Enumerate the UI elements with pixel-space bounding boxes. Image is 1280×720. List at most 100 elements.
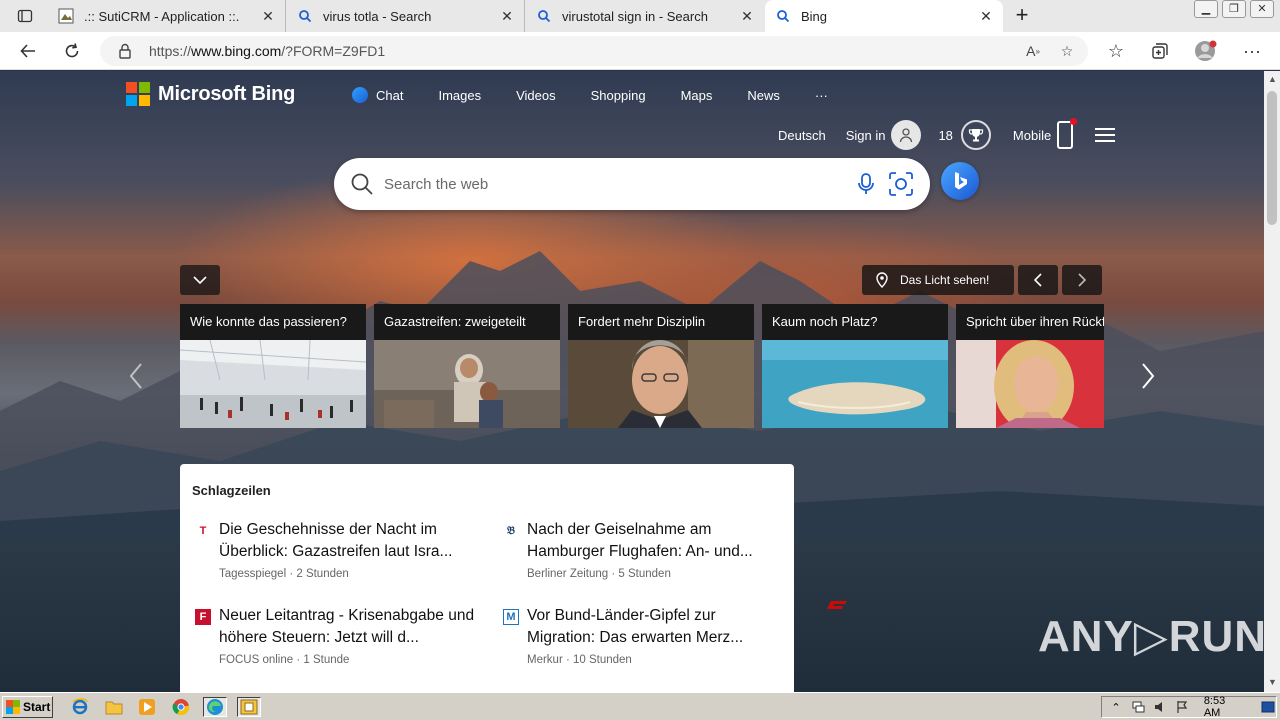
edge-icon[interactable] bbox=[203, 697, 227, 717]
collapse-feed-button[interactable] bbox=[180, 265, 220, 295]
news-article[interactable]: M Vor Bund-Länder-Gipfel zur Migration: … bbox=[503, 605, 787, 666]
nav-shopping[interactable]: Shopping bbox=[591, 88, 646, 103]
action-center-flag-icon[interactable] bbox=[1174, 699, 1190, 715]
search-box bbox=[334, 158, 930, 210]
lock-icon[interactable] bbox=[118, 43, 132, 64]
blonde-woman-portrait-image bbox=[956, 340, 1104, 428]
copilot-button[interactable] bbox=[941, 162, 979, 200]
nav-images[interactable]: Images bbox=[438, 88, 481, 103]
address-bar[interactable]: https://www.bing.com/?FORM=Z9FD1 A» ☆ bbox=[100, 36, 1088, 66]
carousel-card[interactable]: Wie konnte das passieren? bbox=[180, 304, 366, 428]
tab-actions-button[interactable] bbox=[8, 6, 42, 26]
collections-button[interactable] bbox=[1146, 37, 1174, 65]
previous-background-button[interactable] bbox=[1018, 265, 1058, 295]
card-title: Fordert mehr Disziplin bbox=[568, 304, 754, 340]
visual-search-icon[interactable] bbox=[888, 171, 914, 202]
tab-bing[interactable]: Bing ✕ bbox=[765, 0, 1003, 32]
article-meta: Tagesspiegel · 2 Stunden bbox=[219, 568, 349, 580]
favorites-button[interactable]: ☆ bbox=[1102, 37, 1130, 65]
scroll-up-icon[interactable]: ▲ bbox=[1268, 74, 1277, 84]
browser-toolbar: https://www.bing.com/?FORM=Z9FD1 A» ☆ ☆ … bbox=[0, 32, 1280, 70]
settings-more-button[interactable]: ··· bbox=[1238, 37, 1266, 65]
article-title[interactable]: Die Geschehnisse der Nacht im Überblick:… bbox=[219, 519, 479, 563]
read-aloud-icon[interactable]: A» bbox=[1024, 42, 1042, 60]
scroll-down-icon[interactable]: ▼ bbox=[1268, 677, 1277, 687]
news-article[interactable]: T Die Geschehnisse der Nacht im Überblic… bbox=[200, 519, 479, 580]
language-link[interactable]: Deutsch bbox=[778, 128, 826, 143]
url-host: www.bing.com bbox=[191, 43, 282, 59]
search-icon[interactable] bbox=[350, 172, 374, 201]
back-button[interactable] bbox=[14, 37, 42, 65]
system-clock[interactable]: 8:53 AM bbox=[1204, 695, 1244, 719]
carousel-card[interactable]: Gazastreifen: zweigeteilt bbox=[374, 304, 560, 428]
show-desktop-icon[interactable] bbox=[1260, 699, 1276, 715]
hamburger-menu-icon[interactable] bbox=[1095, 128, 1116, 142]
url-text[interactable]: https://www.bing.com/?FORM=Z9FD1 bbox=[149, 43, 385, 59]
airport-hall-image bbox=[180, 340, 366, 428]
next-background-button[interactable] bbox=[1062, 265, 1102, 295]
media-player-icon[interactable] bbox=[137, 697, 157, 717]
image-info-button[interactable]: Das Licht sehen! bbox=[862, 265, 1014, 295]
nav-chat[interactable]: Chat bbox=[352, 87, 403, 103]
close-tab-icon[interactable]: ✕ bbox=[259, 8, 277, 25]
news-article[interactable]: 𝔅 Nach der Geiselnahme am Hamburger Flug… bbox=[507, 519, 787, 580]
microphone-icon[interactable] bbox=[856, 172, 876, 201]
restore-button[interactable]: ❐ bbox=[1222, 0, 1246, 18]
close-tab-icon[interactable]: ✕ bbox=[977, 8, 995, 25]
close-tab-icon[interactable]: ✕ bbox=[498, 8, 516, 25]
account-area: Deutsch Sign in 18 Mobile bbox=[778, 117, 1116, 153]
tab-virustotal-sign-in-search[interactable]: virustotal sign in - Search ✕ bbox=[526, 0, 764, 32]
file-explorer-icon[interactable] bbox=[104, 697, 124, 717]
nav-label: Chat bbox=[376, 87, 404, 103]
nav-videos[interactable]: Videos bbox=[516, 88, 556, 103]
system-tray: ⌃ 8:53 AM bbox=[1101, 695, 1277, 719]
headlines-heading: Schlagzeilen bbox=[192, 483, 271, 498]
berliner-zeitung-icon: 𝔅 bbox=[507, 524, 515, 537]
internet-explorer-icon[interactable] bbox=[70, 697, 90, 717]
nav-news[interactable]: News bbox=[747, 88, 780, 103]
chevron-down-icon bbox=[193, 276, 207, 285]
profile-button[interactable] bbox=[1192, 37, 1220, 65]
tab-strip: .:: SutiCRM - Application ::. ✕ virus to… bbox=[0, 0, 1280, 32]
scroll-thumb[interactable] bbox=[1267, 91, 1277, 225]
article-meta: FOCUS online · 1 Stunde bbox=[219, 654, 350, 666]
new-tab-button[interactable]: + bbox=[1010, 4, 1034, 28]
tab-suticrm[interactable]: .:: SutiCRM - Application ::. ✕ bbox=[48, 0, 286, 32]
article-title[interactable]: Vor Bund-Länder-Gipfel zur Migration: Da… bbox=[527, 605, 787, 649]
location-label: Das Licht sehen! bbox=[900, 273, 990, 287]
tab-virus-totla-search[interactable]: virus totla - Search ✕ bbox=[287, 0, 525, 32]
mobile-link[interactable]: Mobile bbox=[1013, 128, 1051, 143]
microsoft-bing-logo[interactable]: Microsoft Bing bbox=[126, 82, 295, 106]
nav-more[interactable]: ··· bbox=[815, 88, 828, 103]
carousel-card[interactable]: Spricht über ihren Rückf bbox=[956, 304, 1104, 428]
tab-title: .:: SutiCRM - Application ::. bbox=[84, 8, 240, 24]
add-favorite-icon[interactable]: ☆ bbox=[1058, 42, 1076, 60]
network-icon[interactable] bbox=[1130, 699, 1146, 715]
article-title[interactable]: Nach der Geiselnahme am Hamburger Flugha… bbox=[527, 519, 787, 563]
news-article[interactable]: F Neuer Leitantrag - Krisenabgabe und hö… bbox=[195, 605, 479, 666]
refresh-button[interactable] bbox=[58, 37, 86, 65]
start-button[interactable]: Start bbox=[2, 696, 53, 718]
search-icon bbox=[297, 8, 313, 24]
minimize-button[interactable]: ▁ bbox=[1194, 0, 1218, 18]
article-title[interactable]: Neuer Leitantrag - Krisenabgabe und höhe… bbox=[219, 605, 479, 649]
nav-maps[interactable]: Maps bbox=[681, 88, 713, 103]
carousel-card[interactable]: Kaum noch Platz? bbox=[762, 304, 948, 428]
carousel-next-button[interactable] bbox=[1136, 361, 1160, 391]
search-input[interactable] bbox=[382, 173, 842, 195]
close-window-button[interactable]: ✕ bbox=[1250, 0, 1274, 18]
show-hidden-icons[interactable]: ⌃ bbox=[1108, 699, 1124, 715]
carousel-prev-button[interactable] bbox=[124, 361, 148, 391]
sign-in-link[interactable]: Sign in bbox=[846, 128, 886, 143]
rewards-trophy-icon[interactable] bbox=[960, 120, 991, 150]
mobile-phone-icon[interactable] bbox=[1057, 118, 1078, 149]
taskbar-app-icon[interactable] bbox=[237, 697, 261, 717]
rewards-points[interactable]: 18 bbox=[938, 128, 952, 143]
carousel-card[interactable]: Fordert mehr Disziplin bbox=[568, 304, 754, 428]
volume-icon[interactable] bbox=[1152, 699, 1168, 715]
user-avatar-icon[interactable] bbox=[891, 120, 922, 150]
close-tab-icon[interactable]: ✕ bbox=[738, 8, 756, 25]
page-scrollbar[interactable]: ▲ ▼ bbox=[1264, 71, 1280, 692]
windows-taskbar: Start ⌃ 8:53 AM bbox=[0, 692, 1280, 720]
chrome-icon[interactable] bbox=[171, 697, 191, 717]
